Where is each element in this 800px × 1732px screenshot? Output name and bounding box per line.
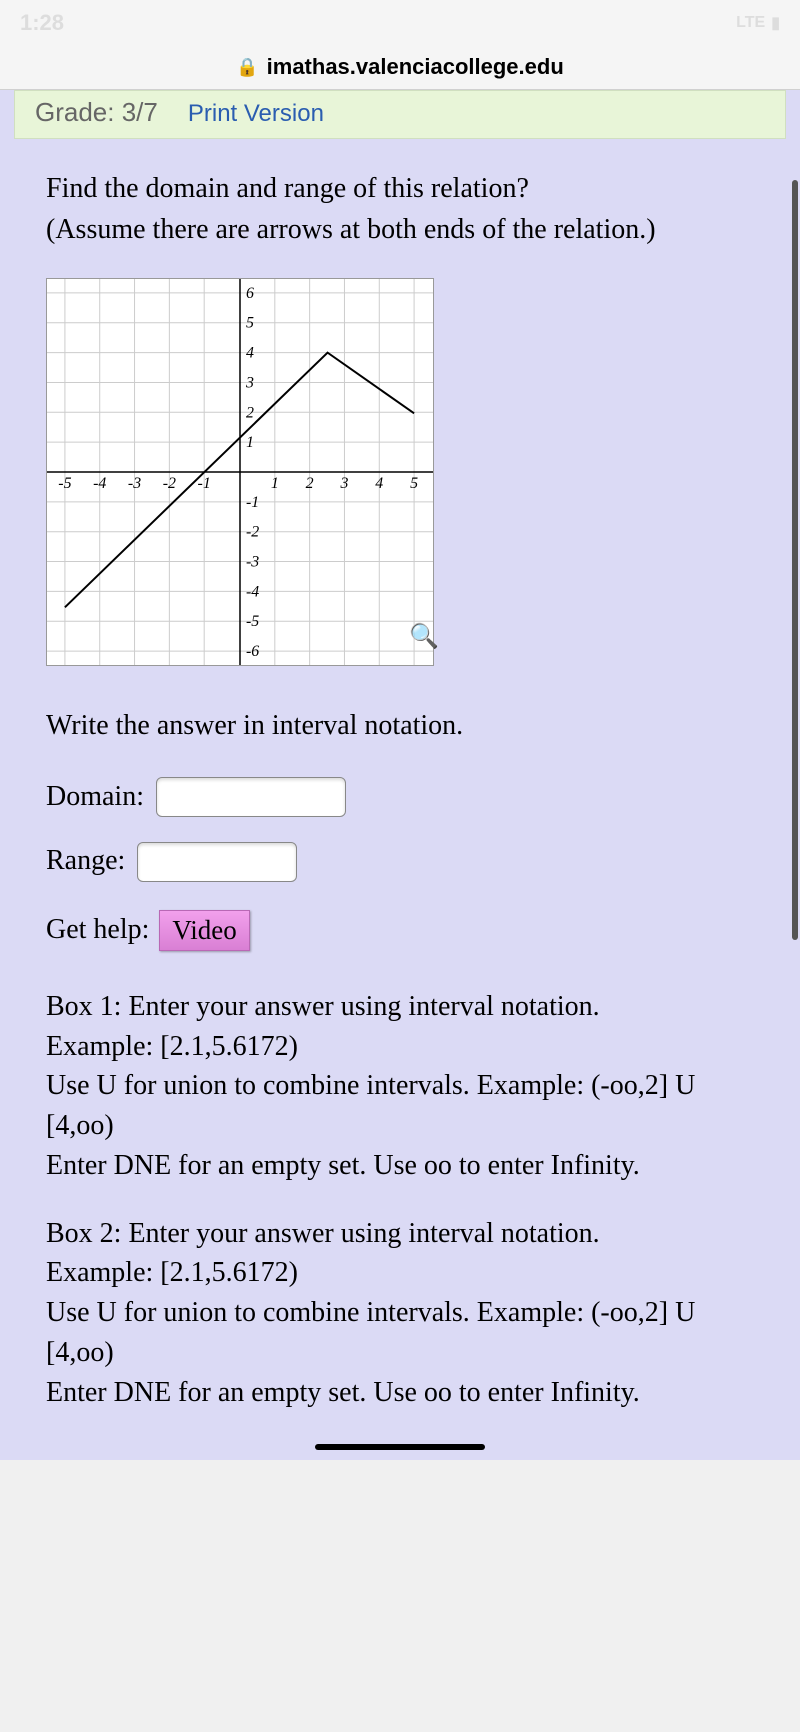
home-indicator[interactable]: [315, 1444, 485, 1450]
graph: -5-4-3 -2-1 123 45 654 321 -1-2-3 -4-5-6…: [46, 278, 434, 666]
question-body: Find the domain and range of this relati…: [14, 139, 786, 1460]
domain-input[interactable]: [156, 777, 346, 817]
grade-bar: Grade: 3/7 Print Version: [14, 90, 786, 139]
domain-row: Domain:: [46, 777, 754, 818]
svg-text:-6: -6: [246, 643, 259, 660]
help-row: Get help: Video: [46, 910, 754, 951]
instruction: Write the answer in interval notation.: [46, 706, 754, 747]
svg-text:3: 3: [245, 375, 254, 392]
hint-box-1: Box 1: Enter your answer using interval …: [46, 987, 754, 1186]
range-input[interactable]: [137, 842, 297, 882]
url-bar[interactable]: 🔒 imathas.valenciacollege.edu: [0, 45, 800, 90]
status-bar: 1:28 LTE ▮: [0, 0, 800, 45]
svg-text:1: 1: [271, 475, 279, 492]
content: Grade: 3/7 Print Version Find the domain…: [0, 90, 800, 1460]
status-time: 1:28: [20, 10, 64, 36]
hint-box-2: Box 2: Enter your answer using interval …: [46, 1214, 754, 1413]
svg-text:-2: -2: [246, 524, 259, 541]
help-label: Get help:: [46, 910, 149, 951]
magnify-icon[interactable]: 🔍: [409, 620, 439, 655]
svg-text:2: 2: [306, 475, 314, 492]
svg-text:6: 6: [246, 285, 254, 302]
print-version-link[interactable]: Print Version: [188, 100, 324, 128]
svg-text:-5: -5: [58, 475, 71, 492]
svg-text:5: 5: [246, 315, 254, 332]
battery-icon: ▮: [771, 13, 780, 33]
range-row: Range:: [46, 841, 754, 882]
question-line-1: Find the domain and range of this relati…: [46, 169, 754, 210]
svg-text:3: 3: [339, 475, 348, 492]
svg-text:-3: -3: [128, 475, 141, 492]
question-line-2: (Assume there are arrows at both ends of…: [46, 210, 754, 251]
domain-label: Domain:: [46, 777, 144, 818]
svg-text:-3: -3: [246, 554, 259, 571]
lock-icon: 🔒: [236, 57, 258, 78]
graph-svg: -5-4-3 -2-1 123 45 654 321 -1-2-3 -4-5-6: [47, 279, 433, 665]
svg-text:-1: -1: [246, 494, 259, 511]
svg-text:2: 2: [246, 404, 254, 421]
svg-text:4: 4: [375, 475, 383, 492]
status-network: LTE ▮: [736, 13, 780, 33]
svg-text:-4: -4: [93, 475, 106, 492]
range-label: Range:: [46, 841, 125, 882]
svg-text:-2: -2: [163, 475, 176, 492]
url-text: imathas.valenciacollege.edu: [267, 54, 564, 80]
scrollbar[interactable]: [792, 180, 798, 940]
grade-label: Grade: 3/7: [35, 97, 158, 128]
svg-text:-5: -5: [246, 613, 259, 630]
video-button[interactable]: Video: [159, 910, 249, 951]
svg-text:1: 1: [246, 434, 254, 451]
svg-text:4: 4: [246, 345, 254, 362]
svg-text:5: 5: [410, 475, 418, 492]
question-text: Find the domain and range of this relati…: [46, 169, 754, 250]
svg-text:-4: -4: [246, 584, 259, 601]
